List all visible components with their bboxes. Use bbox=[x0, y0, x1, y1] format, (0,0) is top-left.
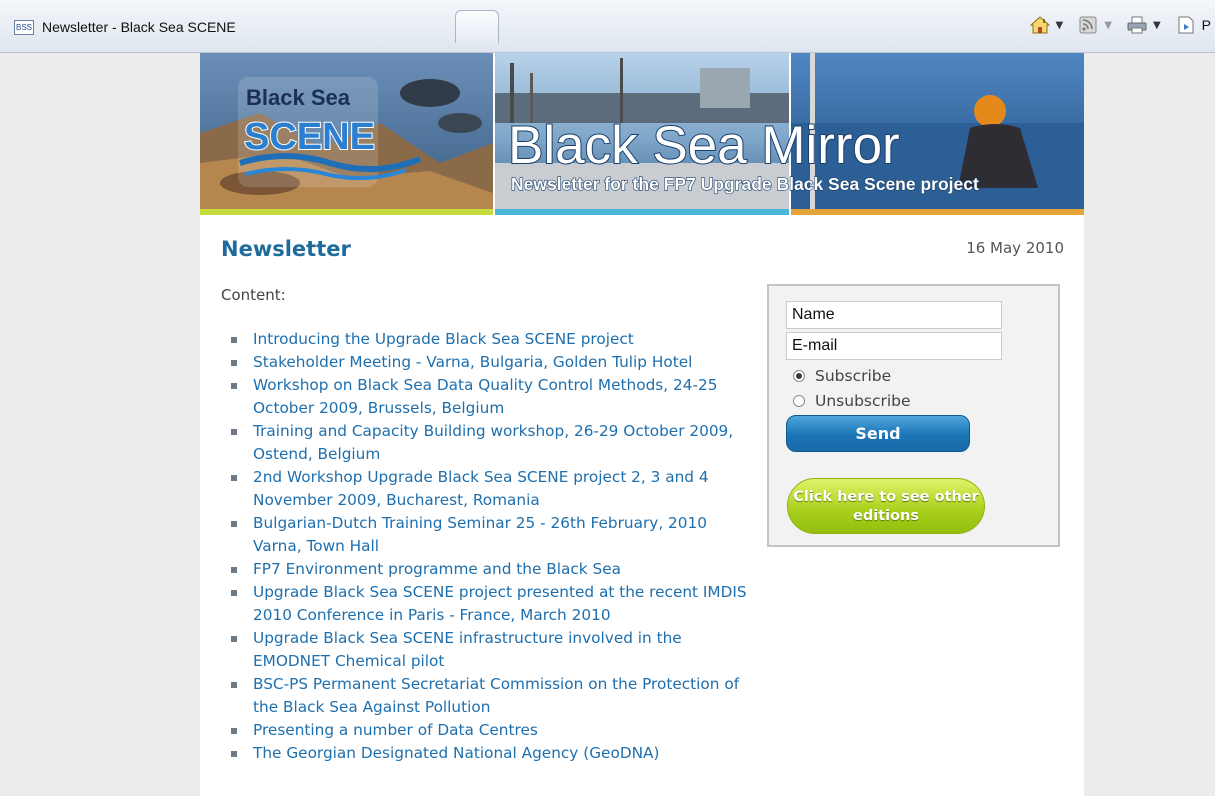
browser-tab[interactable]: BSS Newsletter - Black Sea SCENE bbox=[14, 14, 454, 40]
list-item: Upgrade Black Sea SCENE project presente… bbox=[228, 581, 748, 627]
newsletter-page: Black Sea SCENE Black Sea Mirror Newslet… bbox=[200, 53, 1084, 796]
list-item: Introducing the Upgrade Black Sea SCENE … bbox=[228, 328, 748, 351]
send-button[interactable]: Send bbox=[786, 415, 970, 452]
bullet-icon bbox=[231, 429, 237, 435]
subscribe-label: Subscribe bbox=[815, 367, 892, 385]
browser-tab-bar: BSS Newsletter - Black Sea SCENE ▼ ▼ ▼ P bbox=[0, 0, 1215, 53]
name-field[interactable] bbox=[786, 301, 1002, 329]
chevron-down-icon[interactable]: ▼ bbox=[1056, 20, 1064, 31]
page-icon bbox=[1178, 16, 1194, 34]
content-link[interactable]: BSC-PS Permanent Secretariat Commission … bbox=[253, 675, 739, 716]
list-item: 2nd Workshop Upgrade Black Sea SCENE pro… bbox=[228, 466, 748, 512]
other-editions-button[interactable]: Click here to see other editions bbox=[787, 478, 985, 534]
feeds-icon bbox=[1079, 16, 1097, 34]
content-link[interactable]: The Georgian Designated National Agency … bbox=[253, 744, 659, 762]
page-button[interactable]: P bbox=[1175, 15, 1211, 35]
list-item: BSC-PS Permanent Secretariat Commission … bbox=[228, 673, 748, 719]
page-title: Newsletter bbox=[221, 237, 351, 261]
content-link[interactable]: Training and Capacity Building workshop,… bbox=[253, 422, 733, 463]
list-item: Bulgarian-Dutch Training Seminar 25 - 26… bbox=[228, 512, 748, 558]
bullet-icon bbox=[231, 360, 237, 366]
unsubscribe-radio[interactable] bbox=[793, 395, 805, 407]
content-link[interactable]: Bulgarian-Dutch Training Seminar 25 - 26… bbox=[253, 514, 707, 555]
bullet-icon bbox=[231, 521, 237, 527]
page-menu-label: P bbox=[1201, 17, 1211, 33]
content-link[interactable]: Workshop on Black Sea Data Quality Contr… bbox=[253, 376, 717, 417]
list-item: Stakeholder Meeting - Varna, Bulgaria, G… bbox=[228, 351, 748, 374]
email-field[interactable] bbox=[786, 332, 1002, 360]
bullet-icon bbox=[231, 682, 237, 688]
bullet-icon bbox=[231, 728, 237, 734]
list-item: The Georgian Designated National Agency … bbox=[228, 742, 748, 765]
content-label: Content: bbox=[221, 286, 286, 304]
content-link[interactable]: Upgrade Black Sea SCENE infrastructure i… bbox=[253, 629, 682, 670]
banner-subhead: Newsletter for the FP7 Upgrade Black Sea… bbox=[511, 174, 979, 194]
bullet-icon bbox=[231, 337, 237, 343]
print-icon bbox=[1127, 16, 1147, 34]
chevron-down-icon[interactable]: ▼ bbox=[1104, 20, 1112, 31]
content-list: Introducing the Upgrade Black Sea SCENE … bbox=[228, 328, 748, 765]
home-button[interactable]: ▼ bbox=[1029, 15, 1064, 35]
banner-headline: Black Sea Mirror bbox=[508, 116, 900, 175]
issue-date: 16 May 2010 bbox=[966, 239, 1064, 257]
subscribe-option[interactable]: Subscribe bbox=[793, 367, 891, 385]
chevron-down-icon[interactable]: ▼ bbox=[1153, 20, 1161, 31]
list-item: Presenting a number of Data Centres bbox=[228, 719, 748, 742]
content-link[interactable]: Stakeholder Meeting - Varna, Bulgaria, G… bbox=[253, 353, 692, 371]
bullet-icon bbox=[231, 383, 237, 389]
subscribe-box: Subscribe Unsubscribe Send Click here to… bbox=[767, 284, 1060, 547]
new-tab-button[interactable] bbox=[455, 10, 499, 43]
tab-title: Newsletter - Black Sea SCENE bbox=[42, 19, 236, 35]
content-link[interactable]: Upgrade Black Sea SCENE project presente… bbox=[253, 583, 747, 624]
feeds-button[interactable]: ▼ bbox=[1077, 15, 1112, 35]
list-item: FP7 Environment programme and the Black … bbox=[228, 558, 748, 581]
content-link[interactable]: FP7 Environment programme and the Black … bbox=[253, 560, 621, 578]
unsubscribe-option[interactable]: Unsubscribe bbox=[793, 392, 911, 410]
logo-line-1: Black Sea bbox=[246, 85, 351, 110]
list-item: Upgrade Black Sea SCENE infrastructure i… bbox=[228, 627, 748, 673]
unsubscribe-label: Unsubscribe bbox=[815, 392, 911, 410]
bullet-icon bbox=[231, 636, 237, 642]
print-button[interactable]: ▼ bbox=[1126, 15, 1161, 35]
newsletter-banner: Black Sea SCENE Black Sea Mirror Newslet… bbox=[200, 53, 1084, 215]
home-icon bbox=[1029, 16, 1050, 34]
bullet-icon bbox=[231, 751, 237, 757]
bullet-icon bbox=[231, 475, 237, 481]
content-link[interactable]: Introducing the Upgrade Black Sea SCENE … bbox=[253, 330, 634, 348]
list-item: Workshop on Black Sea Data Quality Contr… bbox=[228, 374, 748, 420]
logo-line-2: SCENE bbox=[244, 116, 375, 158]
content-link[interactable]: Presenting a number of Data Centres bbox=[253, 721, 538, 739]
subscribe-radio[interactable] bbox=[793, 370, 805, 382]
list-item: Training and Capacity Building workshop,… bbox=[228, 420, 748, 466]
bullet-icon bbox=[231, 590, 237, 596]
content-link[interactable]: 2nd Workshop Upgrade Black Sea SCENE pro… bbox=[253, 468, 709, 509]
browser-command-bar: ▼ ▼ ▼ P bbox=[1029, 12, 1215, 38]
bullet-icon bbox=[231, 567, 237, 573]
favicon-icon: BSS bbox=[14, 19, 34, 35]
